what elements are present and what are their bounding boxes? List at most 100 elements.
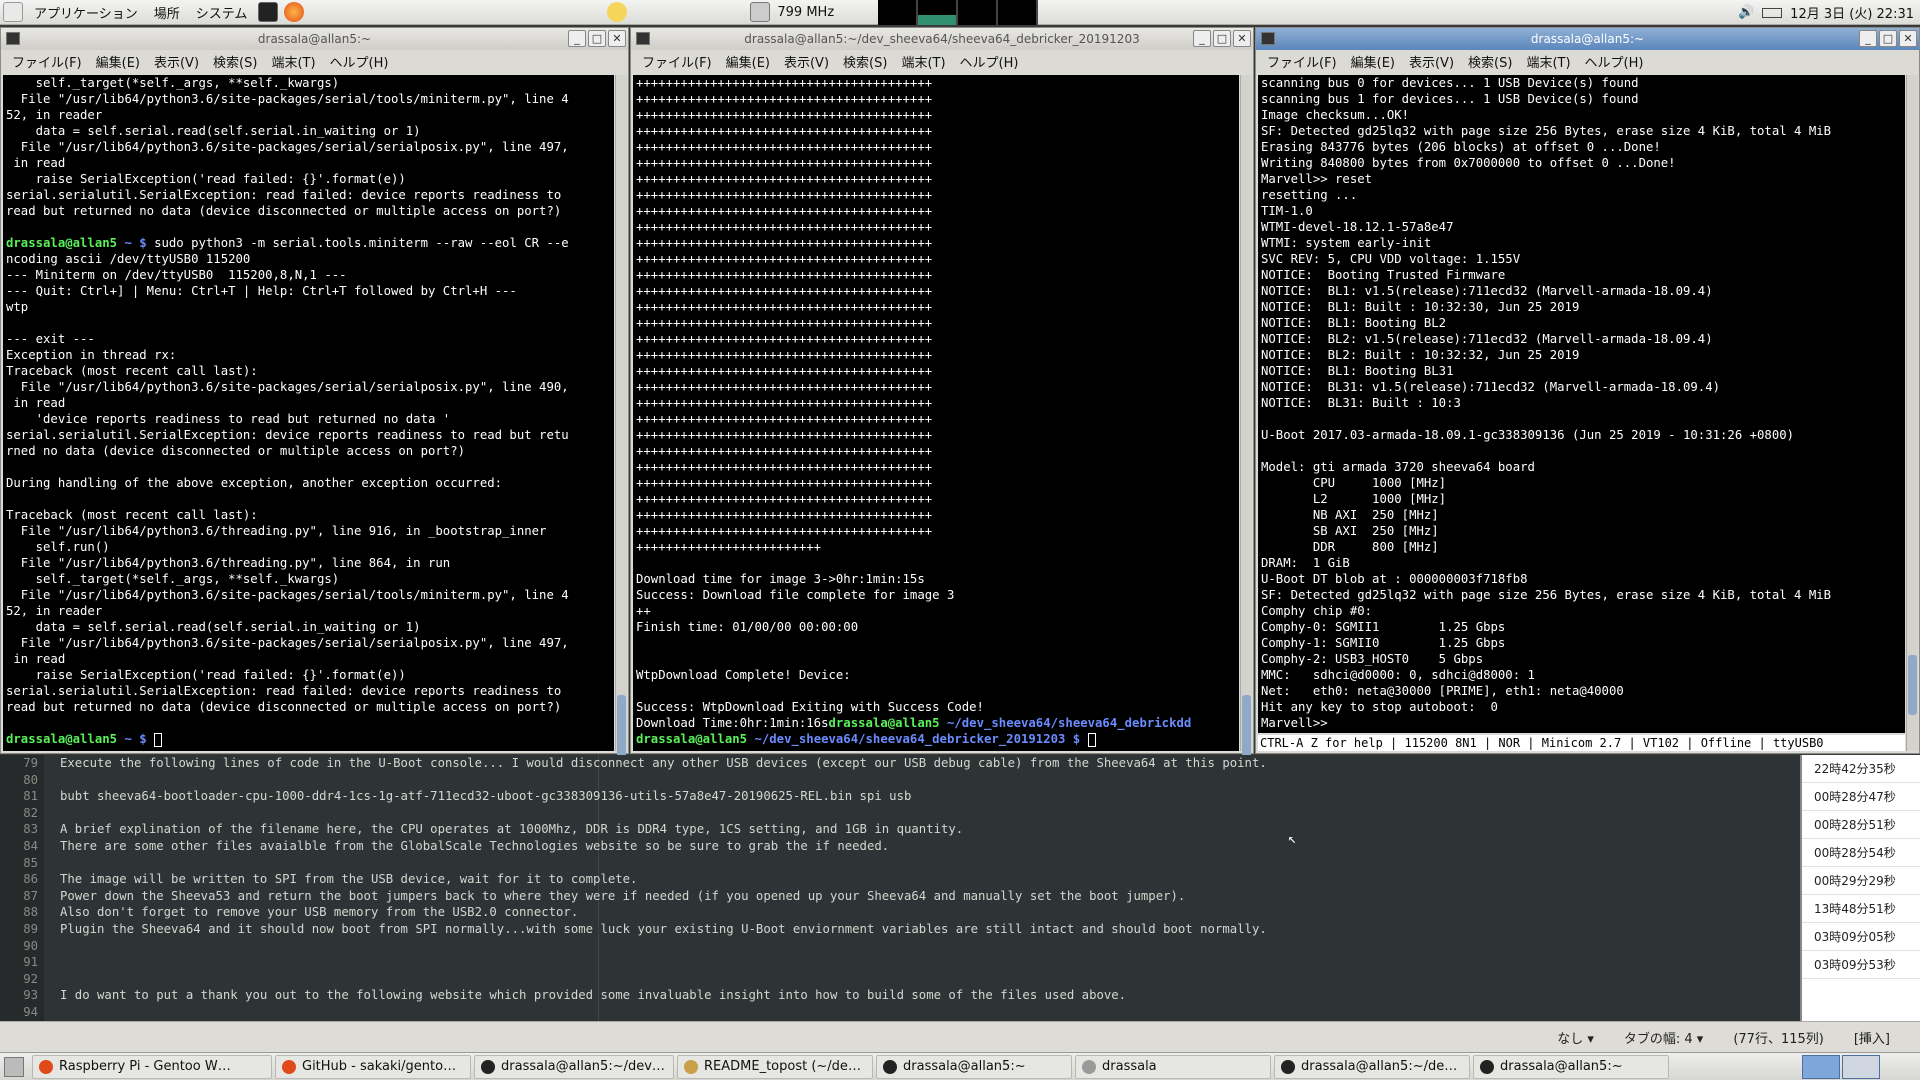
- system-monitor-graph[interactable]: [878, 0, 1039, 25]
- taskbar-label: drassala@allan5:~/dev_s…: [1301, 1059, 1463, 1074]
- list-item[interactable]: 00時28分51秒: [1802, 811, 1920, 839]
- menu-help[interactable]: ヘルプ(H): [1578, 52, 1651, 71]
- titlebar[interactable]: drassala@allan5:~ _ □ ✕: [1256, 28, 1919, 50]
- terminal-line: rned no data (device disconnected or mul…: [6, 444, 466, 458]
- scrollbar[interactable]: [615, 75, 627, 795]
- taskbar-button[interactable]: drassala@allan5:~/dev_r…: [474, 1054, 674, 1079]
- menu-search[interactable]: 検索(S): [836, 52, 894, 71]
- terminal-line: Comphy-0: SGMII1 1.25 Gbps: [1261, 620, 1506, 634]
- terminal-line: NOTICE: BL31: v1.5(release):711ecd32 (Ma…: [1261, 380, 1721, 394]
- scrollbar[interactable]: [1240, 75, 1252, 795]
- taskbar-button[interactable]: drassala@allan5:~/dev_s…: [1274, 1054, 1470, 1079]
- tab-width-selector[interactable]: タブの幅: 4 ▾: [1624, 1028, 1703, 1047]
- maximize-button[interactable]: □: [1213, 30, 1231, 47]
- minimize-button[interactable]: _: [1193, 30, 1211, 47]
- list-item[interactable]: 03時09分53秒: [1802, 951, 1920, 979]
- text-editor[interactable]: 79 80 81 82 83 84 85 86 87 88 89 90 91 92 93 94 Execute…: [0, 755, 1800, 1021]
- list-item[interactable]: 13時48分51秒: [1802, 895, 1920, 923]
- taskbar-button[interactable]: drassala@allan5:~: [876, 1054, 1072, 1079]
- system-menu[interactable]: システム: [188, 3, 256, 22]
- bottom-taskbar: Raspberry Pi - Gentoo W… GitHub - sakaki/…: [0, 1052, 1920, 1080]
- terminal-window-right[interactable]: drassala@allan5:~ _ □ ✕ ファイル(F) 編集(E) 表示…: [1255, 27, 1920, 754]
- terminal-line: NOTICE: BL2: Built : 10:32:32, Jun 25 20…: [1261, 348, 1580, 362]
- menu-file[interactable]: ファイル(F): [635, 52, 719, 71]
- close-button[interactable]: ✕: [1233, 30, 1251, 47]
- menu-view[interactable]: 表示(V): [147, 52, 206, 71]
- editor-line: There are some other files avaialble fro…: [60, 838, 890, 853]
- minimize-button[interactable]: _: [568, 30, 586, 47]
- firefox-launcher-icon[interactable]: [284, 2, 305, 22]
- taskbar-button[interactable]: drassala: [1075, 1054, 1271, 1079]
- titlebar[interactable]: drassala@allan5:~/dev_sheeva64/sheeva64_…: [631, 28, 1253, 50]
- maximize-button[interactable]: □: [1879, 30, 1897, 47]
- menu-search[interactable]: 検索(S): [206, 52, 264, 71]
- window-title: drassala@allan5:~: [257, 32, 372, 46]
- terminal-icon: [636, 32, 650, 45]
- menu-edit[interactable]: 編集(E): [89, 52, 147, 71]
- menu-file[interactable]: ファイル(F): [5, 52, 89, 71]
- menu-view[interactable]: 表示(V): [1402, 52, 1461, 71]
- taskbar-label: Raspberry Pi - Gentoo W…: [59, 1059, 231, 1074]
- maximize-button[interactable]: □: [588, 30, 606, 47]
- clock[interactable]: 12月 3日 (火) 22:31: [1790, 3, 1914, 22]
- list-item[interactable]: 00時29分29秒: [1802, 867, 1920, 895]
- minimize-button[interactable]: _: [1859, 30, 1877, 47]
- terminal-line: NOTICE: BL31: Built : 10:3: [1261, 396, 1461, 410]
- places-menu[interactable]: 場所: [146, 3, 188, 22]
- terminal-line: File "/usr/lib64/python3.6/site-packages…: [6, 380, 569, 394]
- menu-help[interactable]: ヘルプ(H): [953, 52, 1026, 71]
- terminal-line: Success: Download file complete for imag…: [636, 588, 955, 602]
- terminal-window-middle[interactable]: drassala@allan5:~/dev_sheeva64/sheeva64_…: [630, 27, 1254, 795]
- editor-statusbar: なし ▾ タブの幅: 4 ▾ (77行、115列) [挿入]: [0, 1021, 1920, 1052]
- editor-line: Execute the following lines of code in t…: [60, 756, 1267, 770]
- terminal-line: ++++++++++++++++++++++++++++++++++++++++: [636, 380, 933, 394]
- editor-text-area[interactable]: Execute the following lines of code in t…: [60, 755, 1790, 1021]
- menu-terminal[interactable]: 端末(T): [1519, 52, 1577, 71]
- menu-search[interactable]: 検索(S): [1461, 52, 1519, 71]
- menu-help[interactable]: ヘルプ(H): [323, 52, 396, 71]
- terminal-output[interactable]: ++++++++++++++++++++++++++++++++++++++++…: [633, 75, 1239, 751]
- show-desktop-icon[interactable]: [4, 1056, 24, 1077]
- menu-file[interactable]: ファイル(F): [1260, 52, 1344, 71]
- close-button[interactable]: ✕: [608, 30, 626, 47]
- close-button[interactable]: ✕: [1899, 30, 1917, 47]
- workspace-switcher[interactable]: [1802, 1055, 1880, 1079]
- menu-edit[interactable]: 編集(E): [719, 52, 777, 71]
- applications-menu[interactable]: アプリケーション: [26, 3, 146, 22]
- menu-terminal[interactable]: 端末(T): [264, 52, 322, 71]
- battery-icon[interactable]: [1762, 7, 1783, 18]
- scrollbar[interactable]: [1906, 75, 1918, 751]
- titlebar[interactable]: drassala@allan5:~ _ □ ✕: [1, 28, 628, 50]
- taskbar-button[interactable]: GitHub - sakaki/gentoo-…: [275, 1054, 471, 1079]
- scrollbar-thumb[interactable]: [1908, 655, 1917, 715]
- list-item[interactable]: 00時28分47秒: [1802, 783, 1920, 811]
- taskbar-button[interactable]: README_topost (~/dev…: [677, 1054, 873, 1079]
- terminal-output[interactable]: self._target(*self._args, **self._kwargs…: [3, 75, 614, 751]
- taskbar-label: GitHub - sakaki/gentoo-…: [302, 1059, 464, 1074]
- terminal-output[interactable]: scanning bus 0 for devices... 1 USB Devi…: [1258, 75, 1905, 733]
- terminal-launcher-icon[interactable]: [258, 2, 279, 22]
- terminal-window-left[interactable]: drassala@allan5:~ _ □ ✕ ファイル(F) 編集(E) 表示…: [0, 27, 629, 795]
- list-item[interactable]: 00時28分54秒: [1802, 839, 1920, 867]
- workspace-1[interactable]: [1802, 1055, 1840, 1079]
- shell-prompt: drassala@allan5 ~ $: [6, 731, 614, 747]
- menu-terminal[interactable]: 端末(T): [894, 52, 952, 71]
- terminal-line: SB AXI 250 [MHz]: [1261, 524, 1439, 538]
- terminal-cursor: [154, 732, 163, 747]
- side-list[interactable]: 22時42分35秒 00時28分47秒 00時28分51秒 00時28分54秒 00時2…: [1800, 755, 1920, 1021]
- terminal-line: 52, in reader: [6, 108, 103, 122]
- workspace-2[interactable]: [1842, 1055, 1880, 1079]
- taskbar-button[interactable]: Raspberry Pi - Gentoo W…: [32, 1054, 272, 1079]
- volume-icon[interactable]: 🔊: [1738, 5, 1754, 20]
- weather-icon[interactable]: [607, 2, 628, 22]
- gnome-foot-icon[interactable]: [3, 2, 23, 22]
- list-item[interactable]: 22時42分35秒: [1802, 755, 1920, 783]
- list-item[interactable]: 03時09分05秒: [1802, 923, 1920, 951]
- terminal-line: ++++++++++++++++++++++++++++++++++++++++: [636, 444, 933, 458]
- syntax-language-selector[interactable]: なし ▾: [1557, 1028, 1594, 1047]
- menu-edit[interactable]: 編集(E): [1344, 52, 1402, 71]
- menu-view[interactable]: 表示(V): [777, 52, 836, 71]
- taskbar-button[interactable]: drassala@allan5:~: [1473, 1054, 1669, 1079]
